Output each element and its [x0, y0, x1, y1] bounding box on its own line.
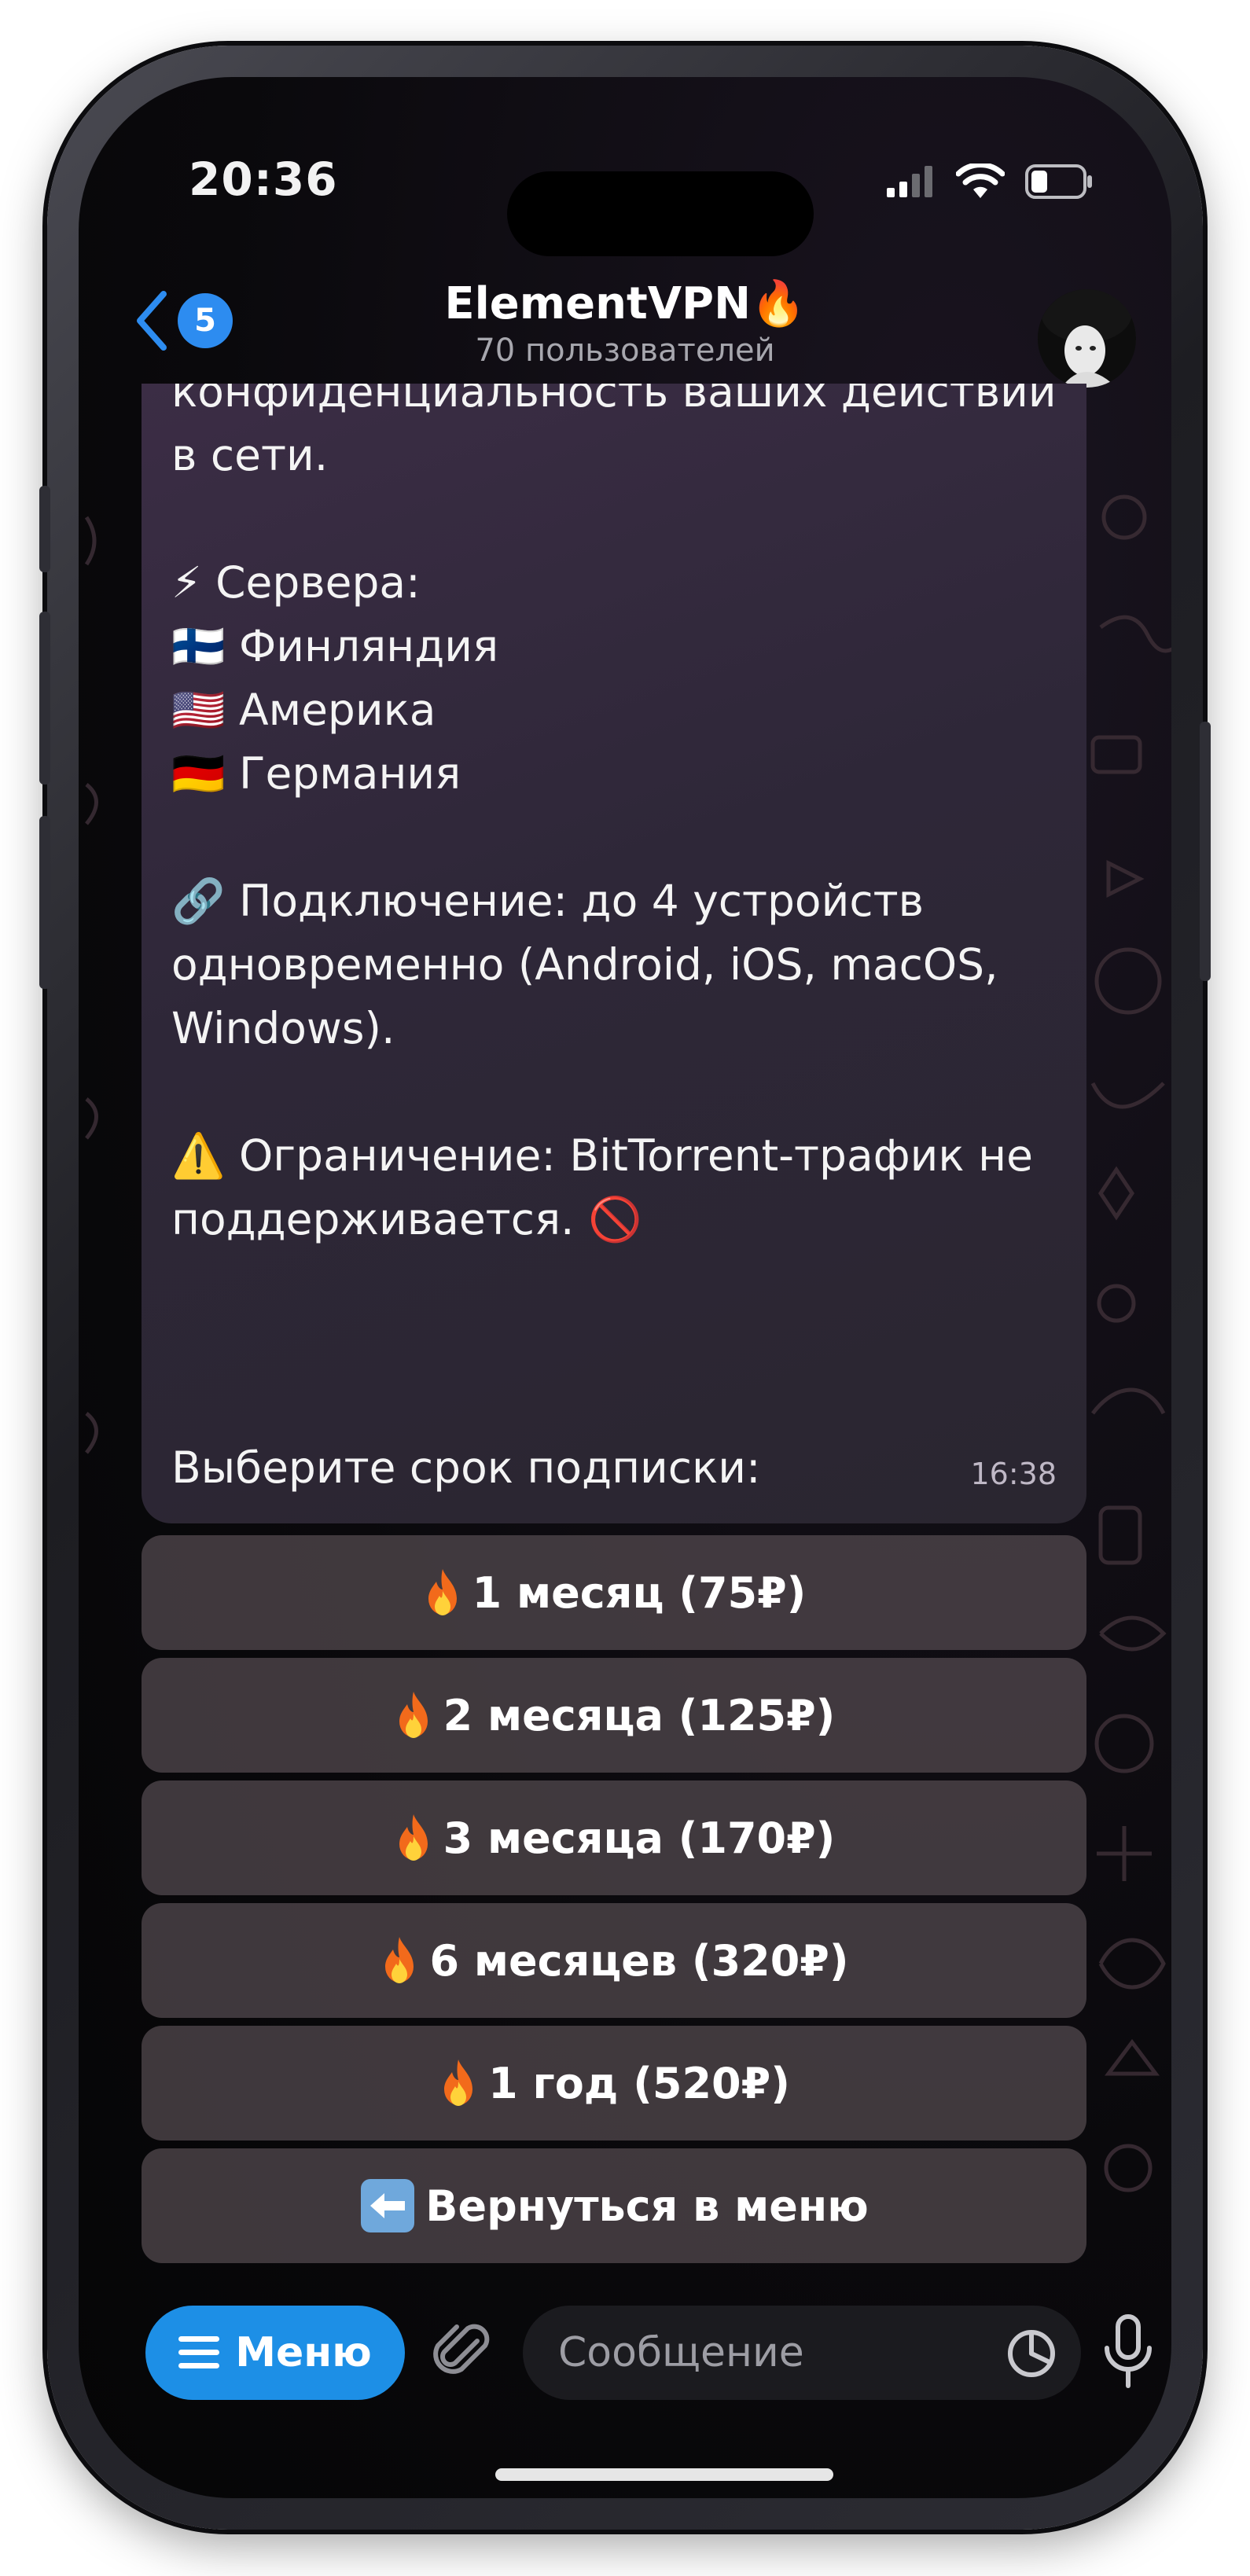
- message-text: конфиденциальность ваших действий в сети…: [171, 384, 1057, 1251]
- menu-button-label: Меню: [235, 2329, 372, 2376]
- message-line: в сети.: [171, 430, 329, 480]
- attach-paperclip-icon[interactable]: [428, 2317, 499, 2388]
- message-line: Windows).: [171, 1003, 395, 1053]
- subscription-button-6-months[interactable]: 6 месяцев (320₽): [142, 1903, 1086, 2018]
- message-prompt: Выберите срок подписки:: [171, 1442, 761, 1493]
- battery-icon: [1025, 164, 1092, 199]
- fire-icon: [444, 2060, 473, 2106]
- message-bubble: конфиденциальность ваших действий в сети…: [142, 384, 1086, 1523]
- side-button: [39, 486, 50, 572]
- message-line: одновременно (Android, iOS, macOS,: [171, 939, 998, 990]
- message-line: 🔗 Подключение: до 4 устройств: [171, 876, 925, 926]
- subscription-button-2-months[interactable]: 2 месяца (125₽): [142, 1658, 1086, 1773]
- subscription-button-1-year[interactable]: 1 год (520₽): [142, 2026, 1086, 2141]
- menu-button[interactable]: Меню: [145, 2306, 405, 2400]
- message-line: [171, 806, 1055, 869]
- message-input[interactable]: Сообщение: [523, 2306, 1081, 2400]
- fire-icon: [385, 1937, 414, 1983]
- fire-icon: [399, 1692, 428, 1738]
- subscription-button-1-month[interactable]: 1 месяц (75₽): [142, 1535, 1086, 1650]
- button-label: 1 год (520₽): [488, 2058, 790, 2108]
- side-button: [39, 612, 50, 785]
- microphone-icon[interactable]: [1101, 2313, 1156, 2392]
- status-bar: 20:36: [79, 77, 1171, 256]
- sticker-icon[interactable]: [1006, 2328, 1057, 2379]
- message-line: [171, 487, 1055, 551]
- home-indicator[interactable]: [495, 2468, 833, 2481]
- message-line: [171, 1060, 1055, 1124]
- message-line: 🇩🇪 Германия: [171, 748, 461, 799]
- menu-lines-icon: [178, 2336, 220, 2368]
- message-line: 🇫🇮 Финляндия: [171, 621, 499, 671]
- inline-keyboard: 1 месяц (75₽) 2 месяца (125₽) 3 месяца (…: [142, 1535, 1086, 2271]
- status-time: 20:36: [189, 153, 338, 206]
- chat-title: ElementVPN🔥: [444, 278, 806, 329]
- fire-icon: [399, 1814, 428, 1861]
- cellular-signal-icon: [887, 166, 932, 197]
- button-label: 1 месяц (75₽): [472, 1567, 807, 1618]
- message-line: ⚡ Сервера:: [171, 557, 421, 608]
- dynamic-island: [507, 171, 814, 256]
- chat-title-block[interactable]: ElementVPN🔥 70 пользователей: [79, 277, 1171, 369]
- button-label: Вернуться в меню: [425, 2181, 869, 2231]
- message-line: поддерживается. 🚫: [171, 1194, 642, 1244]
- phone-frame: 20:36 5 ElementVPN🔥 70 пользователей кон…: [39, 46, 1211, 2530]
- message-line: 🇺🇸 Америка: [171, 685, 436, 735]
- message-line: конфиденциальность ваших действий: [171, 384, 1057, 417]
- wifi-icon: [956, 164, 1005, 198]
- avatar[interactable]: [1038, 289, 1136, 388]
- subscription-button-3-months[interactable]: 3 месяца (170₽): [142, 1780, 1086, 1895]
- fire-icon: [428, 1569, 457, 1615]
- status-icons: [887, 164, 1093, 200]
- avatar-image: [1038, 289, 1136, 388]
- side-button: [1200, 722, 1211, 981]
- button-label: 2 месяца (125₽): [443, 1690, 836, 1740]
- button-label: 3 месяца (170₽): [443, 1813, 836, 1863]
- chat-subtitle: 70 пользователей: [475, 333, 775, 369]
- back-to-menu-button[interactable]: Вернуться в меню: [142, 2148, 1086, 2263]
- screen: 20:36 5 ElementVPN🔥 70 пользователей кон…: [79, 77, 1171, 2498]
- message-line: ⚠️ Ограничение: BitTorrent-трафик не: [171, 1130, 1033, 1181]
- composer-bar: Меню Сообщение: [79, 2294, 1171, 2420]
- message-input-placeholder: Сообщение: [558, 2329, 804, 2376]
- side-button: [39, 816, 50, 989]
- message-timestamp: 16:38: [970, 1457, 1057, 1491]
- button-label: 6 месяцев (320₽): [429, 1935, 849, 1986]
- back-arrow-icon: [361, 2179, 415, 2232]
